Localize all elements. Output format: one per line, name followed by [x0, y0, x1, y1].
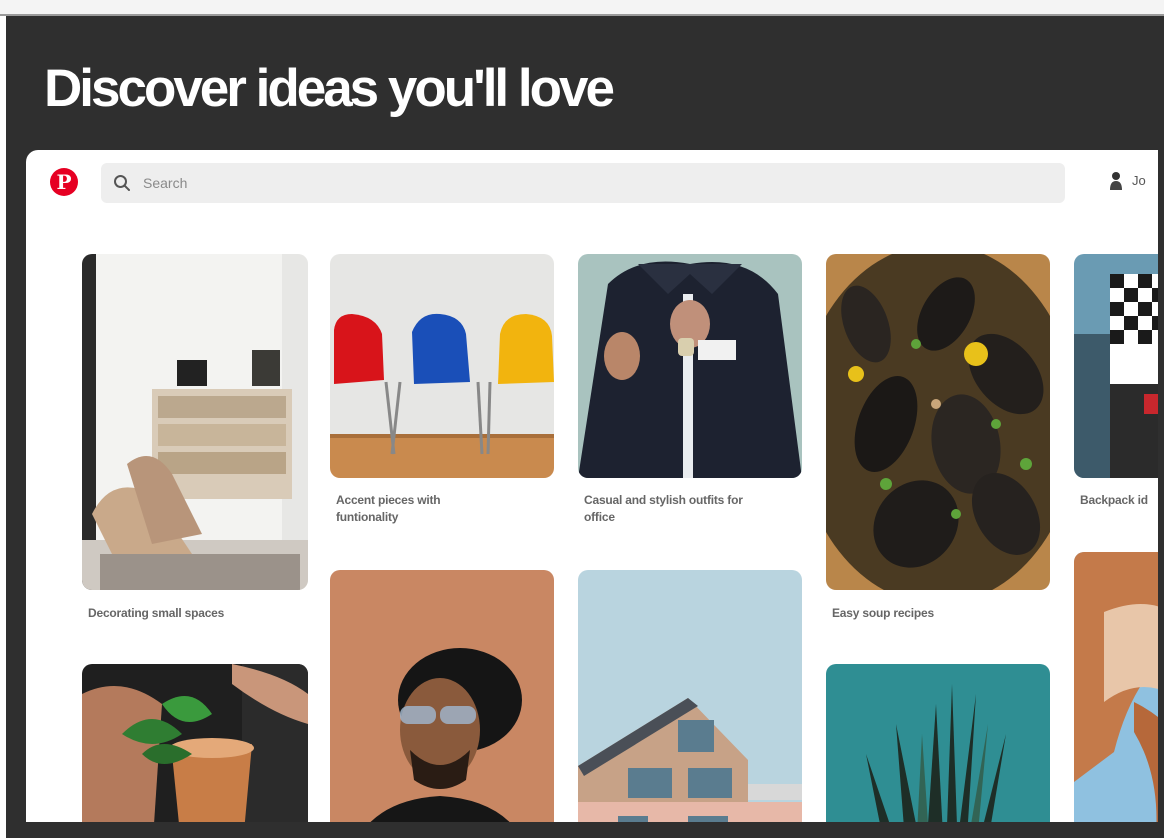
- arch-rock-image: [1074, 552, 1158, 822]
- search-icon: [114, 175, 130, 191]
- pin-card-man-hat[interactable]: [330, 570, 554, 822]
- pinterest-app-preview: P Search Jo Decorating small spaces Acce…: [26, 150, 1158, 822]
- search-input[interactable]: Search: [101, 163, 1065, 203]
- pin-caption-5: Backpack id: [1080, 493, 1148, 507]
- pin-caption-1: Decorating small spaces: [88, 606, 225, 620]
- browser-top-strip: [0, 0, 1164, 16]
- pin-card-decorating[interactable]: [82, 254, 308, 590]
- pin-card-cocktail[interactable]: [82, 664, 308, 822]
- top-bar: P Search Jo: [26, 150, 1158, 220]
- pin-card-accent-pieces[interactable]: [330, 254, 554, 478]
- pin-card-backpack[interactable]: [1074, 254, 1158, 478]
- man-buttoning-shirt-image: [578, 254, 802, 478]
- user-name: Jo: [1132, 172, 1146, 188]
- search-placeholder: Search: [143, 175, 188, 191]
- pin-card-soup-recipes[interactable]: [826, 254, 1050, 590]
- pin-card-arch[interactable]: [1074, 552, 1158, 822]
- building-facade-image: [578, 570, 802, 822]
- user-avatar-icon: [1110, 172, 1122, 190]
- living-room-image: [82, 254, 308, 590]
- pin-caption-2: Accent pieces with funtionality: [336, 493, 441, 524]
- pin-card-plant[interactable]: [826, 664, 1050, 822]
- user-profile-button[interactable]: Jo: [1108, 170, 1146, 190]
- pin-caption-3: Casual and stylish outfits for office: [584, 493, 743, 524]
- colorful-chairs-image: [330, 254, 554, 478]
- mussels-dish-image: [826, 254, 1050, 590]
- mint-cocktail-image: [82, 664, 308, 822]
- spiky-plant-image: [826, 664, 1050, 822]
- pin-caption-4: Easy soup recipes: [832, 606, 934, 620]
- pin-card-building[interactable]: [578, 570, 802, 822]
- pin-card-casual-outfits[interactable]: [578, 254, 802, 478]
- hero-title: Discover ideas you'll love: [44, 59, 615, 118]
- pinterest-logo-icon[interactable]: P: [50, 168, 78, 196]
- checkered-backpack-image: [1074, 254, 1158, 478]
- man-with-hat-image: [330, 570, 554, 822]
